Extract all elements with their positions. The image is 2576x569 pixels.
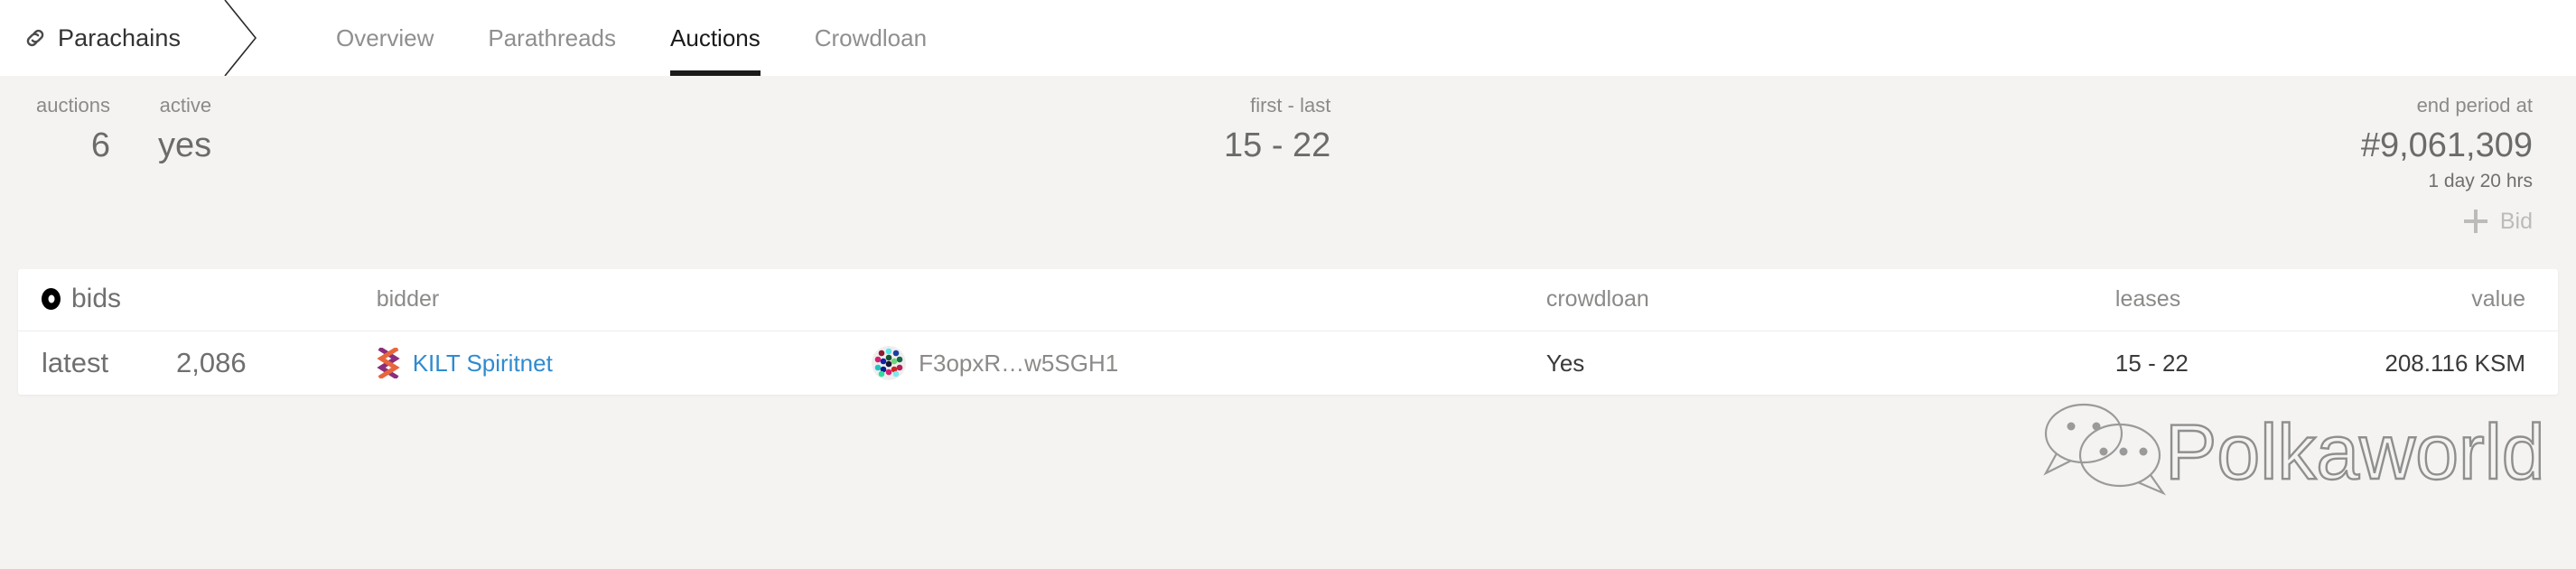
table-body: latest 2,086 KILT Spiritnet F3opxR…w5SGH… — [18, 331, 2558, 395]
chain-link-icon — [20, 23, 51, 53]
column-header-bids[interactable]: bids — [18, 269, 377, 331]
bid-button-label: Bid — [2499, 208, 2533, 234]
column-header-value[interactable]: value — [2241, 269, 2558, 331]
stat-active-label: active — [159, 94, 212, 117]
stat-active-value: yes — [158, 126, 212, 164]
column-header-bidder[interactable]: bidder — [376, 269, 873, 331]
tab-overview-label: Overview — [336, 23, 434, 51]
tab-auctions-label: Auctions — [670, 23, 761, 51]
table-head: bids bidder crowdloan leases value — [18, 269, 2558, 331]
column-header-crowdloan[interactable]: crowdloan — [1545, 269, 2115, 331]
cell-parachain: KILT Spiritnet — [376, 331, 873, 395]
stat-active: active yes — [158, 96, 211, 163]
stat-end-period-countdown: 1 day 20 hrs — [2428, 171, 2533, 191]
stat-end-period-value: #9,061,309 — [2360, 126, 2533, 164]
tab-parathreads[interactable]: Parathreads — [461, 0, 643, 76]
kilt-logo-icon — [377, 348, 400, 378]
cell-leases: 15 - 22 — [2114, 331, 2242, 395]
breadcrumb-chevron-icon — [224, 0, 257, 76]
plus-icon — [2463, 210, 2487, 233]
polkadot-identicon — [872, 346, 907, 380]
summary-stats: auctions 6 active yes first - last 15 - … — [0, 76, 2576, 193]
column-header-leases[interactable]: leases — [2114, 269, 2242, 331]
svg-text:Polkaworld: Polkaworld — [2165, 409, 2545, 496]
stat-end-period: end period at #9,061,309 1 day 20 hrs — [2361, 96, 2533, 191]
breadcrumb[interactable]: Parachains — [0, 0, 257, 76]
cell-bidder-account: F3opxR…w5SGH1 — [872, 331, 1546, 395]
stat-first-last-label: first - last — [1250, 94, 1331, 117]
table-row[interactable]: latest 2,086 KILT Spiritnet F3opxR…w5SGH… — [18, 331, 2558, 395]
column-header-bids-label: bids — [71, 284, 122, 313]
polkaworld-watermark: Polkaworld — [2043, 403, 2546, 497]
bid-button[interactable]: Bid — [2463, 208, 2533, 235]
stat-auctions: auctions 6 — [36, 96, 110, 163]
tab-auctions[interactable]: Auctions — [643, 0, 788, 76]
tab-crowdloan[interactable]: Crowdloan — [788, 0, 954, 76]
cell-bid-type: latest — [18, 331, 177, 395]
tab-crowdloan-label: Crowdloan — [814, 23, 928, 51]
stat-auctions-value: 6 — [90, 126, 110, 164]
bids-table-container: bids bidder crowdloan leases value lates… — [18, 269, 2558, 395]
stat-first-last-value: 15 - 22 — [1224, 126, 1331, 164]
stat-end-period-label: end period at — [2416, 94, 2533, 117]
breadcrumb-label: Parachains — [58, 23, 182, 51]
polkadot-dot-icon — [42, 288, 61, 310]
cell-value: 208.116 KSM — [2241, 331, 2558, 395]
bids-table: bids bidder crowdloan leases value lates… — [18, 269, 2558, 395]
top-navigation: Parachains Overview Parathreads Auctions… — [0, 0, 2576, 76]
stat-auctions-label: auctions — [36, 94, 110, 117]
table-header-row: bids bidder crowdloan leases value — [18, 269, 2558, 331]
stat-first-last: first - last 15 - 22 — [1224, 96, 1330, 163]
action-row: Bid — [0, 193, 2576, 249]
tab-bar: Overview Parathreads Auctions Crowdloan — [309, 0, 954, 76]
cell-crowdloan: Yes — [1545, 331, 2115, 395]
cell-block-number: 2,086 — [176, 331, 377, 395]
tab-overview[interactable]: Overview — [309, 0, 461, 76]
column-header-spacer — [872, 269, 1546, 331]
bidder-address[interactable]: F3opxR…w5SGH1 — [919, 350, 1118, 378]
tab-parathreads-label: Parathreads — [488, 23, 617, 51]
parachain-link[interactable]: KILT Spiritnet — [413, 350, 553, 378]
